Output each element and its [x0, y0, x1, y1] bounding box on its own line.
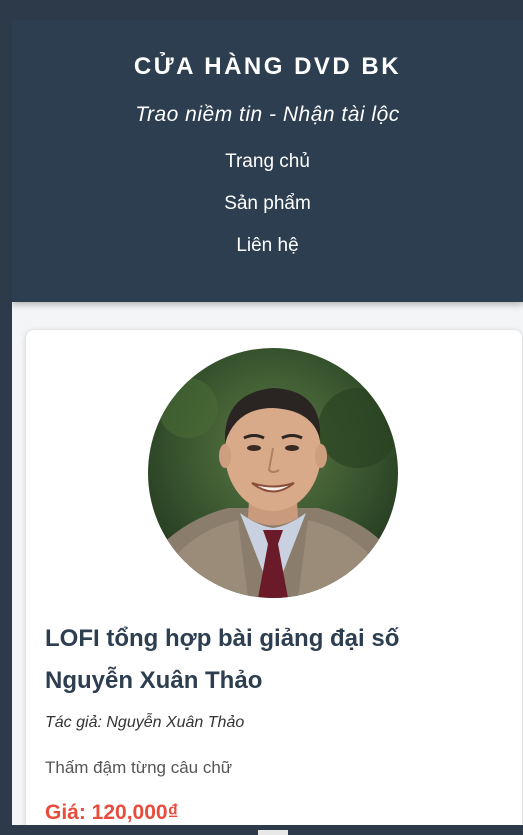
site-title: CỬA HÀNG DVD BK: [133, 53, 402, 80]
nav-link-products[interactable]: Sản phẩm: [12, 193, 523, 235]
main-nav: Trang chủ Sản phẩm Liên hệ: [12, 151, 523, 277]
nav-link-contact[interactable]: Liên hệ: [12, 235, 523, 277]
product-title[interactable]: LOFI tổng hợp bài giảng đại số Nguyễn Xu…: [45, 618, 485, 702]
product-author: Tác giả: Nguyễn Xuân Thảo: [45, 714, 245, 731]
product-price: Giá: 120,000₫: [45, 801, 179, 824]
nav-link-home[interactable]: Trang chủ: [12, 151, 523, 193]
bottom-scroll-indicator: [258, 830, 288, 835]
site-header: CỬA HÀNG DVD BK Trao niềm tin - Nhận tài…: [12, 20, 523, 302]
site-tagline: Trao niềm tin - Nhận tài lộc: [135, 103, 400, 126]
product-description: Thấm đậm từng câu chữ: [45, 758, 233, 777]
product-card[interactable]: LOFI tổng hợp bài giảng đại số Nguyễn Xu…: [26, 330, 522, 825]
page-frame: CỬA HÀNG DVD BK Trao niềm tin - Nhận tài…: [12, 20, 523, 825]
product-image[interactable]: [148, 348, 398, 598]
